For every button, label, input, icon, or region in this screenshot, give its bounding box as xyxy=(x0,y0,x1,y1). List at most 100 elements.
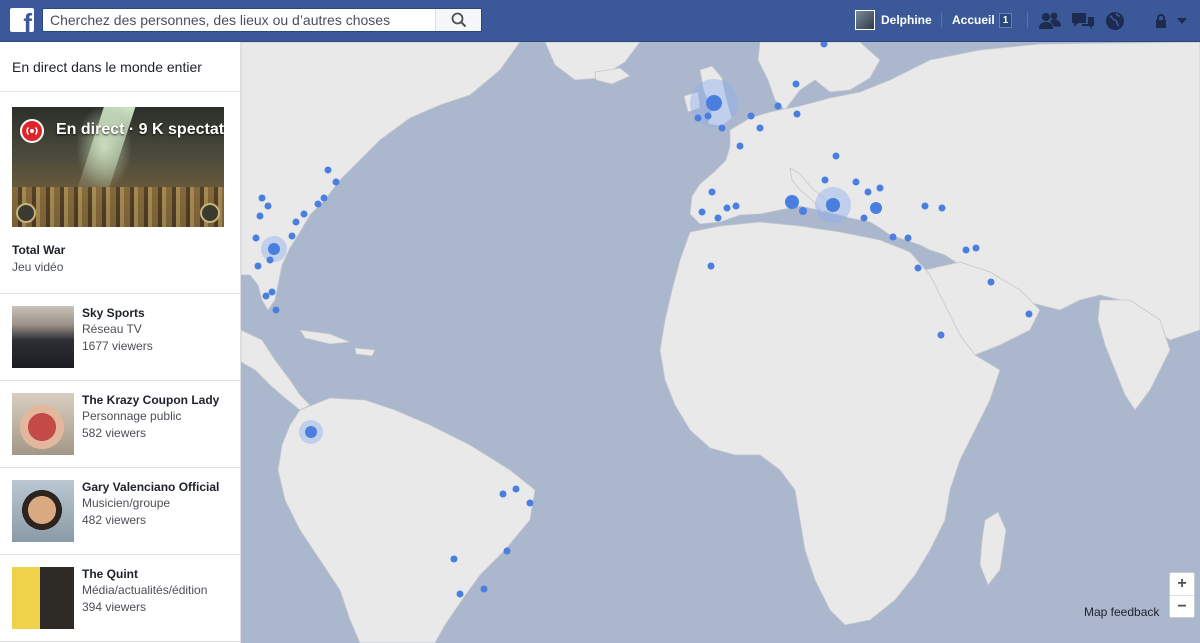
featured-category: Jeu vidéo xyxy=(12,260,64,274)
zoom-controls: + − xyxy=(1169,572,1195,618)
map-dot xyxy=(723,204,731,212)
map-dot xyxy=(756,124,764,132)
search-input[interactable] xyxy=(43,9,443,31)
facebook-logo[interactable]: f xyxy=(10,8,34,32)
map-dot xyxy=(266,256,274,264)
map-dot xyxy=(876,184,884,192)
broadcaster-category: Musicien/groupe xyxy=(82,496,171,510)
notifications-globe-icon xyxy=(1106,12,1124,30)
map-dot xyxy=(268,288,276,296)
viewer-count: 1677 viewers xyxy=(82,339,153,353)
broadcaster-category: Média/actualités/édition xyxy=(82,583,208,597)
map-dot xyxy=(962,246,970,254)
map-dot xyxy=(292,218,300,226)
map-dot xyxy=(704,112,712,120)
featured-live-video[interactable]: En direct · 9 K spectateurs Total War Je… xyxy=(0,92,240,294)
user-name: Delphine xyxy=(881,13,932,27)
avatar xyxy=(855,10,875,30)
list-item[interactable]: The Quint Média/actualités/édition 394 v… xyxy=(0,555,240,642)
broadcaster-name[interactable]: The Quint xyxy=(82,567,138,581)
live-broadcast-icon xyxy=(20,119,44,143)
map-dot xyxy=(793,110,801,118)
broadcaster-name[interactable]: Sky Sports xyxy=(82,306,145,320)
home-count-badge: 1 xyxy=(998,12,1013,28)
broadcaster-name[interactable]: Gary Valenciano Official xyxy=(82,480,219,494)
list-item[interactable]: Sky Sports Réseau TV 1677 viewers xyxy=(0,294,240,381)
map-dot xyxy=(300,210,308,218)
map-dot xyxy=(937,331,945,339)
notifications-button[interactable] xyxy=(1103,10,1127,32)
live-overlay-text: En direct · 9 K spectateurs xyxy=(56,121,224,138)
map-dot xyxy=(1025,310,1033,318)
broadcaster-category: Réseau TV xyxy=(82,322,142,336)
broadcaster-thumbnail[interactable] xyxy=(12,306,74,368)
messages-icon xyxy=(1072,13,1094,29)
profile-link[interactable]: Delphine xyxy=(855,10,932,30)
privacy-shortcuts-button[interactable] xyxy=(1150,10,1174,32)
map-dot xyxy=(792,80,800,88)
map-dot xyxy=(889,233,897,241)
land-masses xyxy=(241,42,1200,643)
hispaniola-landmass xyxy=(354,347,376,357)
map-dot xyxy=(708,188,716,196)
map-dot xyxy=(264,202,272,210)
viewer-count: 582 viewers xyxy=(82,426,147,440)
map-dot xyxy=(450,555,458,563)
map-dot xyxy=(864,188,872,196)
broadcaster-thumbnail[interactable] xyxy=(12,480,74,542)
sidebar-title: En direct dans le monde entier xyxy=(0,42,240,92)
search-icon xyxy=(451,12,466,28)
map-feedback-link[interactable]: Map feedback xyxy=(1084,605,1159,619)
map-dot xyxy=(512,485,520,493)
privacy-lock-icon xyxy=(1156,14,1166,28)
broadcaster-thumbnail[interactable] xyxy=(12,567,74,629)
map-dot xyxy=(904,234,912,242)
nav-divider xyxy=(941,12,942,28)
live-sidebar: En direct dans le monde entier En direct… xyxy=(0,42,241,643)
map-dot xyxy=(747,112,755,120)
world-live-map[interactable]: Map feedback + − xyxy=(241,42,1200,643)
game-ornament-icon xyxy=(200,203,220,223)
friend-requests-icon xyxy=(1039,12,1061,29)
map-dot xyxy=(785,195,799,209)
map-dot xyxy=(272,306,280,314)
game-ornament-icon xyxy=(16,203,36,223)
map-dot xyxy=(480,585,488,593)
map-dot xyxy=(972,244,980,252)
messages-button[interactable] xyxy=(1071,10,1095,32)
account-menu-arrow-icon xyxy=(1177,18,1187,24)
home-label: Accueil xyxy=(952,13,995,27)
map-dot xyxy=(256,212,264,220)
broadcaster-thumbnail[interactable] xyxy=(12,393,74,455)
search-button[interactable] xyxy=(435,9,481,31)
map-dot xyxy=(332,178,340,186)
map-dot xyxy=(456,590,464,598)
zoom-in-button[interactable]: + xyxy=(1170,573,1194,595)
nav-divider xyxy=(1027,12,1028,28)
map-dot xyxy=(732,202,740,210)
top-navigation-bar: f Delphine Accueil 1 xyxy=(0,0,1200,42)
map-dot xyxy=(826,198,840,212)
logo-letter: f xyxy=(23,8,32,32)
map-dot xyxy=(254,262,262,270)
map-dot xyxy=(832,152,840,160)
map-dot xyxy=(821,176,829,184)
map-dot xyxy=(288,232,296,240)
map-dot xyxy=(314,200,322,208)
viewer-count: 394 viewers xyxy=(82,600,147,614)
viewer-count: 482 viewers xyxy=(82,513,147,527)
map-dot xyxy=(860,214,868,222)
list-item[interactable]: Gary Valenciano Official Musicien/groupe… xyxy=(0,468,240,555)
map-dot xyxy=(320,194,328,202)
featured-name[interactable]: Total War xyxy=(12,243,228,257)
list-item[interactable]: The Krazy Coupon Lady Personnage public … xyxy=(0,381,240,468)
home-link[interactable]: Accueil 1 xyxy=(952,10,1013,30)
zoom-out-button[interactable]: − xyxy=(1170,595,1194,617)
broadcaster-name[interactable]: The Krazy Coupon Lady xyxy=(82,393,219,407)
map-dot xyxy=(499,490,507,498)
thumbnail-ground xyxy=(12,187,224,227)
account-menu-button[interactable] xyxy=(1174,10,1190,32)
featured-video-thumbnail[interactable]: En direct · 9 K spectateurs xyxy=(12,107,224,227)
map-dot xyxy=(714,214,722,222)
friend-requests-button[interactable] xyxy=(1038,10,1062,32)
